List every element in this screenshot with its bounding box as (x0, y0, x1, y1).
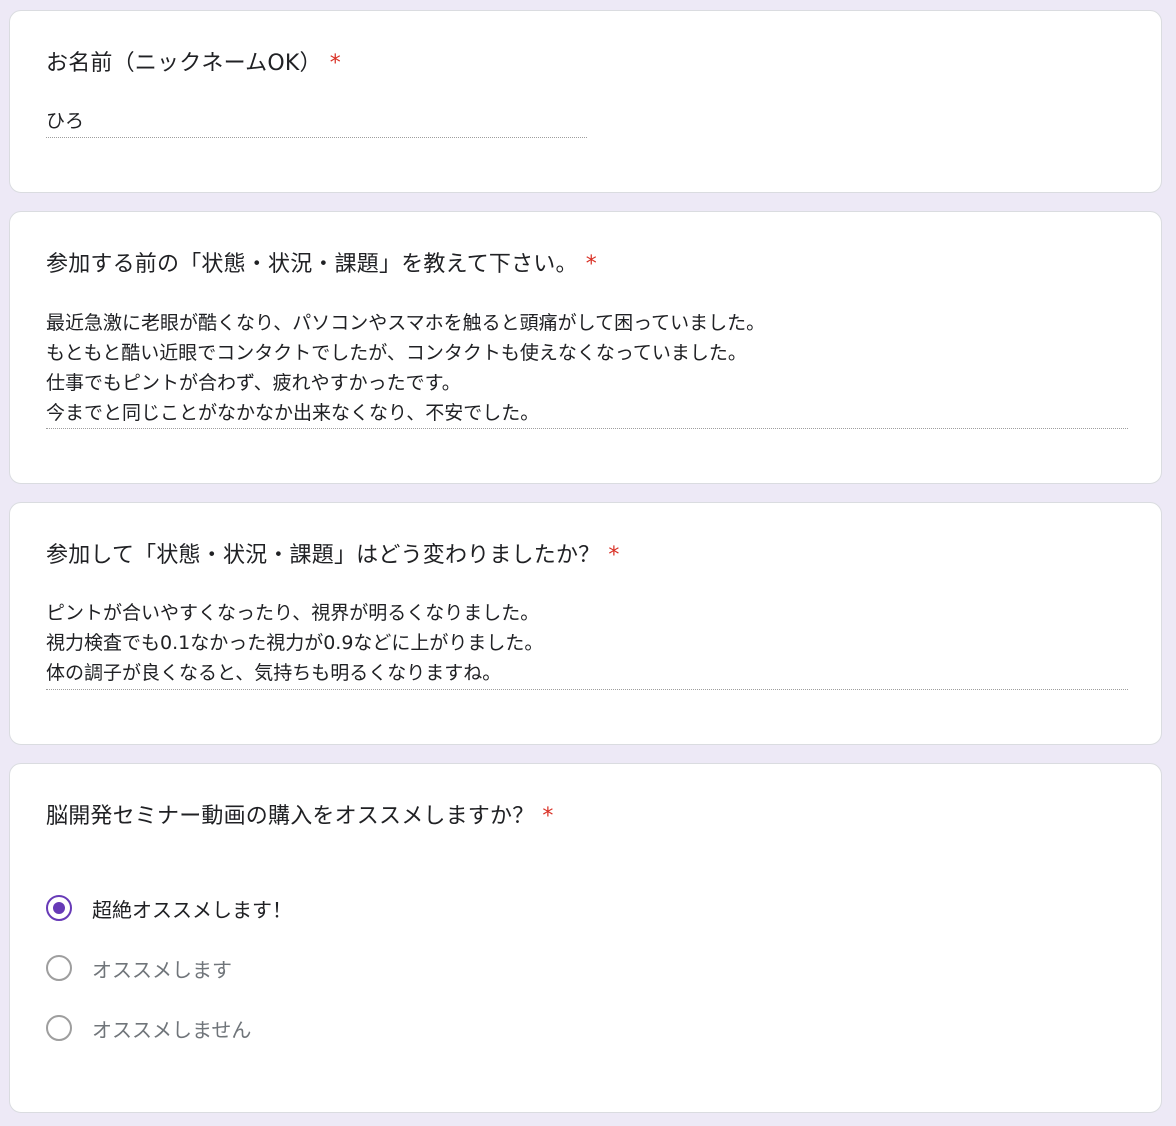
question-title: 参加して「状態・状況・課題」はどう変わりましたか？ * (46, 541, 620, 571)
radio-option-recommend[interactable]: オススメします (46, 952, 232, 984)
question-card-before: 参加する前の「状態・状況・課題」を教えて下さい。 * 最近急激に老眼が酷くなり、パ… (9, 211, 1162, 484)
question-title: 参加する前の「状態・状況・課題」を教えて下さい。 * (46, 250, 597, 280)
radio-option-label: オススメします (92, 957, 232, 982)
question-title: お名前（ニックネームOK） * (46, 49, 341, 79)
name-answer-field[interactable]: ひろ (46, 106, 84, 136)
radio-option-highly-recommend[interactable]: 超絶オススメします！ (46, 892, 292, 924)
required-asterisk: * (329, 51, 341, 76)
radio-option-not-recommend[interactable]: オススメしません (46, 1012, 251, 1044)
question-card-name: お名前（ニックネームOK） * ひろ (9, 10, 1162, 193)
after-answer-field[interactable]: ピントが合いやすくなったり、視界が明るくなりました。 視力検査でも0.1なかった… (46, 598, 543, 688)
question-card-after: 参加して「状態・状況・課題」はどう変わりましたか？ * ピントが合いやすくなったり… (9, 502, 1162, 745)
question-title-text: 参加して「状態・状況・課題」はどう変わりましたか？ (46, 543, 601, 568)
question-title-text: 参加する前の「状態・状況・課題」を教えて下さい。 (46, 252, 578, 277)
radio-option-label: 超絶オススメします！ (92, 897, 292, 922)
answer-underline (46, 428, 1128, 429)
answer-underline (46, 689, 1128, 690)
question-title-text: お名前（ニックネームOK） (46, 51, 322, 76)
radio-checked-icon[interactable] (46, 895, 72, 921)
question-title-text: 脳開発セミナー動画の購入をオススメしますか？ (46, 804, 535, 829)
question-title: 脳開発セミナー動画の購入をオススメしますか？ * (46, 802, 554, 832)
radio-unchecked-icon[interactable] (46, 1015, 72, 1041)
radio-unchecked-icon[interactable] (46, 955, 72, 981)
required-asterisk: * (585, 252, 597, 277)
question-card-recommend: 脳開発セミナー動画の購入をオススメしますか？ * 超絶オススメします！ オススメし… (9, 763, 1162, 1113)
radio-option-label: オススメしません (92, 1017, 252, 1042)
required-asterisk: * (608, 543, 620, 568)
before-answer-field[interactable]: 最近急激に老眼が酷くなり、パソコンやスマホを触ると頭痛がして困っていました。 も… (46, 308, 765, 428)
answer-underline (46, 137, 587, 138)
required-asterisk: * (542, 804, 554, 829)
